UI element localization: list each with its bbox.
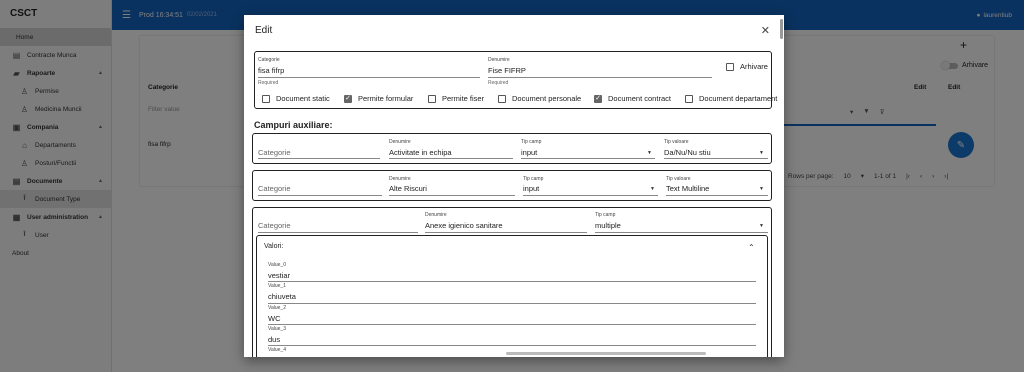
categorie-input[interactable]: Categorie	[258, 184, 291, 193]
categorie-input[interactable]: Categorie	[258, 148, 291, 157]
input-underline	[268, 324, 756, 325]
dropdown-arrow-icon[interactable]: ▼	[759, 223, 764, 229]
tip-camp-label: Tip camp	[521, 139, 542, 145]
tip-camp-select[interactable]: input	[523, 184, 539, 193]
checkbox-label: Permite formular	[358, 94, 414, 103]
close-icon[interactable]: ✕	[761, 24, 770, 37]
select-underline	[595, 232, 768, 233]
dropdown-arrow-icon[interactable]: ▼	[650, 186, 655, 192]
input-underline	[258, 232, 418, 233]
value-input[interactable]: WC	[268, 314, 281, 323]
checkbox-label: Document personale	[512, 94, 582, 103]
checkbox-box	[498, 94, 506, 103]
categorie-hint: Required	[258, 80, 279, 86]
denumire-label: Denumire	[425, 212, 447, 218]
select-underline	[523, 195, 658, 196]
value-input[interactable]: chiuveta	[268, 292, 296, 301]
checkbox-label: Document contract	[608, 94, 671, 103]
denumire-label: Denumire	[488, 57, 510, 63]
tip-camp-label: Tip camp	[523, 176, 544, 182]
edit-dialog: Edit ✕ Categorie fisa fifrp Required Den…	[244, 15, 784, 357]
select-underline	[666, 195, 768, 196]
checkbox-permite-formular[interactable]: ✓ Permite formular	[344, 94, 413, 103]
checkbox-document-personale[interactable]: Document personale	[498, 94, 581, 103]
dropdown-arrow-icon[interactable]: ▼	[759, 186, 764, 192]
value-label: Value_2	[268, 305, 286, 311]
tip-camp-select[interactable]: multiple	[595, 221, 621, 230]
select-underline	[664, 158, 768, 159]
value-input[interactable]: dus	[268, 335, 280, 344]
select-underline	[521, 158, 655, 159]
categorie-input[interactable]: Categorie	[258, 221, 291, 230]
denumire-input[interactable]: Alte Riscuri	[389, 184, 427, 193]
categorie-underline	[258, 77, 480, 78]
section-title: Campuri auxiliare:	[254, 120, 333, 130]
input-underline	[389, 195, 515, 196]
valori-title: Valori:	[264, 243, 284, 250]
denumire-input[interactable]: Anexe igienico sanitare	[425, 221, 503, 230]
checkbox-label: Document departament	[699, 94, 778, 103]
checkbox-box	[262, 94, 270, 103]
valori-panel	[256, 235, 768, 357]
checkbox-document-static[interactable]: Document static	[262, 94, 330, 103]
checkbox-box	[726, 62, 734, 71]
value-label: Value_1	[268, 283, 286, 289]
input-underline	[425, 232, 587, 233]
denumire-input[interactable]: Activitate in echipa	[389, 148, 452, 157]
input-underline	[258, 158, 380, 159]
checkbox-label: Document static	[276, 94, 330, 103]
vertical-scrollbar[interactable]	[780, 19, 783, 39]
chevron-up-icon[interactable]: ⌃	[748, 243, 755, 252]
checkbox-document-contract[interactable]: ✓ Document contract	[594, 94, 671, 103]
input-underline	[268, 281, 756, 282]
checkbox-box	[685, 94, 693, 103]
input-underline	[258, 195, 382, 196]
dropdown-arrow-icon[interactable]: ▼	[647, 150, 652, 156]
dropdown-arrow-icon[interactable]: ▼	[759, 150, 764, 156]
denumire-label: Denumire	[389, 176, 411, 182]
denumire-label: Denumire	[389, 139, 411, 145]
tip-valoare-label: Tip valoare	[664, 139, 689, 145]
value-label: Value_0	[268, 262, 286, 268]
denumire-hint: Required	[488, 80, 509, 86]
value-label: Value_3	[268, 326, 286, 332]
checkbox-box	[428, 94, 436, 103]
arhivare-checkbox[interactable]: Arhivare	[726, 62, 768, 71]
tip-valoare-select[interactable]: Da/Nu/Nu stiu	[664, 148, 711, 157]
input-underline	[268, 303, 756, 304]
checkbox-document-departament[interactable]: Document departament	[685, 94, 777, 103]
check-icon: ✓	[344, 94, 352, 103]
tip-valoare-label: Tip valoare	[666, 176, 691, 182]
checkbox-permite-fiser[interactable]: Permite fiser	[428, 94, 484, 103]
tip-camp-label: Tip camp	[595, 212, 616, 218]
value-label: Value_4	[268, 347, 286, 353]
denumire-underline	[488, 77, 712, 78]
value-input[interactable]: vestiar	[268, 271, 290, 280]
input-underline	[268, 345, 756, 346]
categorie-input[interactable]: fisa fifrp	[258, 66, 284, 75]
check-icon: ✓	[594, 94, 602, 103]
tip-valoare-select[interactable]: Text Multiline	[666, 184, 709, 193]
tip-camp-select[interactable]: input	[521, 148, 537, 157]
denumire-input[interactable]: Fise FIFRP	[488, 66, 526, 75]
categorie-label: Categorie	[258, 57, 280, 63]
dialog-title: Edit	[255, 25, 273, 36]
checkbox-label: Permite fiser	[442, 94, 485, 103]
horizontal-scrollbar[interactable]	[506, 352, 706, 355]
input-underline	[389, 158, 513, 159]
checkbox-label: Arhivare	[740, 62, 768, 71]
